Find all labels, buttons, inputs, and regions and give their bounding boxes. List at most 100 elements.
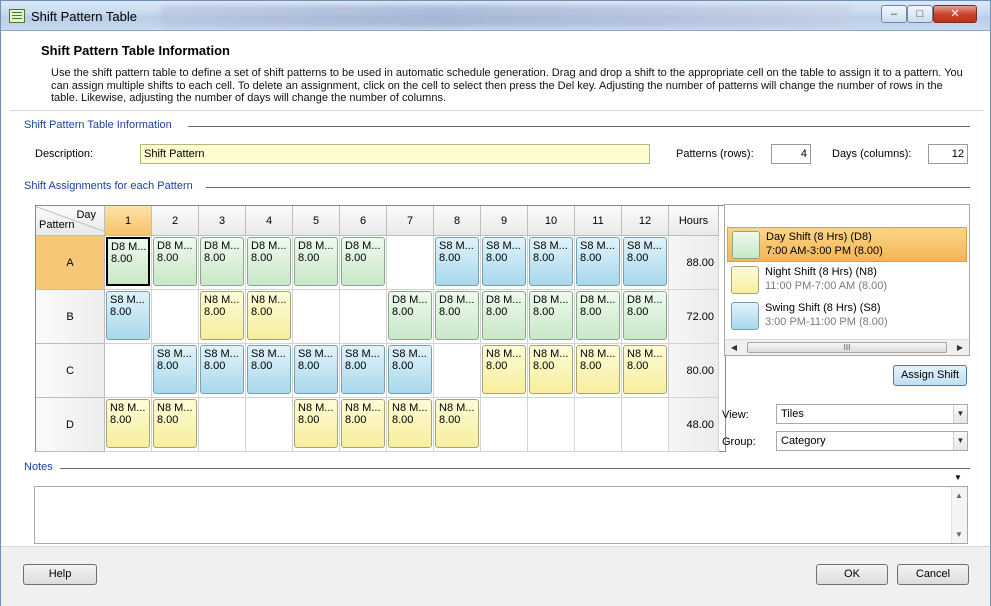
notes-menu-icon[interactable]: ▼ — [954, 473, 962, 482]
shift-tile[interactable]: D8 M... 8.00 — [247, 237, 291, 286]
shift-tile[interactable]: N8 M... 8.00 — [153, 399, 197, 448]
shift-tile[interactable]: N8 M... 8.00 — [388, 399, 432, 448]
grid-cell[interactable] — [152, 290, 199, 344]
cancel-button[interactable]: Cancel — [897, 564, 969, 585]
shift-tile[interactable]: N8 M... 8.00 — [623, 345, 667, 394]
day-header[interactable]: 2 — [152, 206, 199, 236]
grid-cell[interactable] — [105, 344, 152, 398]
grid-cell[interactable]: N8 M... 8.00 — [575, 344, 622, 398]
grid-cell[interactable] — [246, 398, 293, 452]
grid-cell[interactable]: N8 M... 8.00 — [105, 398, 152, 452]
shift-tile[interactable]: N8 M... 8.00 — [435, 399, 479, 448]
day-header[interactable]: 3 — [199, 206, 246, 236]
grid-cell[interactable]: N8 M... 8.00 — [434, 398, 481, 452]
grid-cell[interactable]: D8 M... 8.00 — [340, 236, 387, 290]
grid-cell[interactable]: S8 M... 8.00 — [199, 344, 246, 398]
minimize-button[interactable]: – — [881, 5, 907, 23]
shift-tile[interactable]: D8 M... 8.00 — [106, 237, 150, 286]
pattern-row-header[interactable]: D — [36, 398, 105, 452]
shift-tile[interactable]: D8 M... 8.00 — [341, 237, 385, 286]
grid-cell[interactable]: D8 M... 8.00 — [152, 236, 199, 290]
shift-list-item[interactable]: Day Shift (8 Hrs) (D8) 7:00 AM-3:00 PM (8… — [727, 227, 967, 262]
notes-scrollbar[interactable]: ▲ ▼ — [951, 487, 967, 543]
grid-cell[interactable]: D8 M... 8.00 — [387, 290, 434, 344]
grid-cell[interactable] — [387, 236, 434, 290]
shift-tile[interactable]: D8 M... 8.00 — [576, 291, 620, 340]
shift-tile[interactable]: S8 M... 8.00 — [106, 291, 150, 340]
scroll-left-icon[interactable]: ◀ — [727, 341, 741, 355]
help-button[interactable]: Help — [23, 564, 97, 585]
shift-tile[interactable]: S8 M... 8.00 — [247, 345, 291, 394]
shift-tile[interactable]: S8 M... 8.00 — [341, 345, 385, 394]
grid-cell[interactable] — [575, 398, 622, 452]
grid-cell[interactable] — [199, 398, 246, 452]
grid-cell[interactable]: S8 M... 8.00 — [434, 236, 481, 290]
chevron-down-icon[interactable]: ▼ — [953, 405, 967, 423]
grid-cell[interactable]: N8 M... 8.00 — [246, 290, 293, 344]
grid-cell[interactable]: S8 M... 8.00 — [293, 344, 340, 398]
shift-list[interactable]: Day Shift (8 Hrs) (D8) 7:00 AM-3:00 PM (8… — [724, 204, 970, 356]
shift-tile[interactable]: S8 M... 8.00 — [200, 345, 244, 394]
day-header[interactable]: 9 — [481, 206, 528, 236]
maximize-button[interactable]: □ — [907, 5, 933, 23]
grid-cell[interactable]: S8 M... 8.00 — [575, 236, 622, 290]
days-input[interactable]: 12 — [928, 144, 968, 164]
grid-cell[interactable]: D8 M... 8.00 — [622, 290, 669, 344]
grid-cell[interactable]: N8 M... 8.00 — [152, 398, 199, 452]
scroll-down-icon[interactable]: ▼ — [955, 530, 963, 539]
shift-tile[interactable]: S8 M... 8.00 — [153, 345, 197, 394]
shift-tile[interactable]: S8 M... 8.00 — [576, 237, 620, 286]
pattern-row-header[interactable]: B — [36, 290, 105, 344]
shift-list-scrollbar[interactable]: ◀ III ▶ — [725, 339, 969, 355]
pattern-row-header[interactable]: C — [36, 344, 105, 398]
day-header[interactable]: 8 — [434, 206, 481, 236]
grid-cell[interactable]: S8 M... 8.00 — [246, 344, 293, 398]
day-header[interactable]: 10 — [528, 206, 575, 236]
shift-tile[interactable]: N8 M... 8.00 — [482, 345, 526, 394]
grid-cell[interactable]: N8 M... 8.00 — [622, 344, 669, 398]
chevron-down-icon[interactable]: ▼ — [953, 432, 967, 450]
shift-tile[interactable]: N8 M... 8.00 — [106, 399, 150, 448]
shift-tile[interactable]: D8 M... 8.00 — [482, 291, 526, 340]
grid-cell[interactable]: N8 M... 8.00 — [340, 398, 387, 452]
shift-tile[interactable]: S8 M... 8.00 — [294, 345, 338, 394]
grid-cell[interactable]: D8 M... 8.00 — [293, 236, 340, 290]
grid-cell[interactable]: D8 M... 8.00 — [481, 290, 528, 344]
day-header[interactable]: 4 — [246, 206, 293, 236]
grid-cell[interactable] — [481, 398, 528, 452]
shift-tile[interactable]: S8 M... 8.00 — [482, 237, 526, 286]
grid-cell[interactable]: N8 M... 8.00 — [481, 344, 528, 398]
grid-cell[interactable] — [293, 290, 340, 344]
assign-shift-button[interactable]: Assign Shift — [893, 365, 967, 386]
day-header[interactable]: 11 — [575, 206, 622, 236]
shift-tile[interactable]: D8 M... 8.00 — [200, 237, 244, 286]
grid-cell[interactable]: N8 M... 8.00 — [199, 290, 246, 344]
grid-cell[interactable]: D8 M... 8.00 — [575, 290, 622, 344]
shift-tile[interactable]: N8 M... 8.00 — [576, 345, 620, 394]
grid-cell[interactable]: D8 M... 8.00 — [528, 290, 575, 344]
shift-list-item[interactable]: Night Shift (8 Hrs) (N8) 11:00 PM-7:00 AM… — [727, 263, 967, 298]
shift-tile[interactable]: D8 M... 8.00 — [294, 237, 338, 286]
grid-cell[interactable] — [340, 290, 387, 344]
shift-tile[interactable]: D8 M... 8.00 — [435, 291, 479, 340]
notes-textarea[interactable]: ▲ ▼ — [34, 486, 968, 544]
grid-cell[interactable]: S8 M... 8.00 — [622, 236, 669, 290]
grid-cell[interactable]: S8 M... 8.00 — [481, 236, 528, 290]
grid-cell[interactable]: N8 M... 8.00 — [293, 398, 340, 452]
grid-cell[interactable]: S8 M... 8.00 — [387, 344, 434, 398]
scroll-up-icon[interactable]: ▲ — [955, 491, 963, 500]
day-header[interactable]: 1 — [105, 206, 152, 236]
grid-cell[interactable]: S8 M... 8.00 — [340, 344, 387, 398]
shift-pattern-grid[interactable]: Day Pattern 1 2 3 4 5 6 7 8 9 10 11 12 Hours A D8 M... 8.… — [35, 205, 726, 452]
shift-tile[interactable]: S8 M... 8.00 — [435, 237, 479, 286]
grid-cell[interactable]: D8 M... 8.00 — [246, 236, 293, 290]
shift-tile[interactable]: S8 M... 8.00 — [388, 345, 432, 394]
day-header[interactable]: 7 — [387, 206, 434, 236]
shift-tile[interactable]: N8 M... 8.00 — [529, 345, 573, 394]
grid-cell[interactable]: D8 M... 8.00 — [434, 290, 481, 344]
shift-tile[interactable]: S8 M... 8.00 — [623, 237, 667, 286]
close-button[interactable]: ✕ — [933, 5, 977, 23]
description-input[interactable]: Shift Pattern — [140, 144, 650, 164]
grid-cell[interactable]: N8 M... 8.00 — [528, 344, 575, 398]
grid-cell[interactable]: N8 M... 8.00 — [387, 398, 434, 452]
